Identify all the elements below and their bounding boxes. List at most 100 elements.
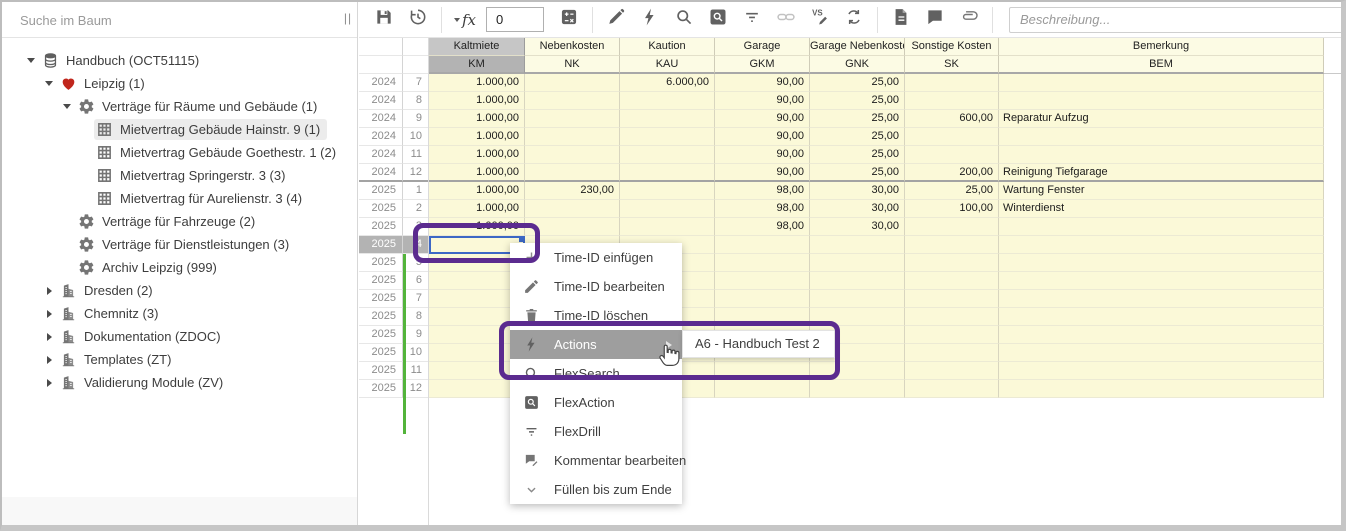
row-header-month[interactable]: 9	[403, 326, 429, 344]
row-header-year[interactable]: 2025	[359, 272, 403, 290]
grid-cell[interactable]: Winterdienst	[999, 200, 1324, 218]
grid-cell[interactable]	[715, 272, 810, 290]
row-header-year[interactable]: 2025	[359, 290, 403, 308]
grid-cell[interactable]: 90,00	[715, 92, 810, 110]
grid-cell[interactable]	[810, 380, 905, 398]
column-header-gnk[interactable]: Garage Nebenkosten	[810, 38, 905, 56]
grid-cell[interactable]	[905, 344, 999, 362]
link-button[interactable]	[769, 5, 803, 35]
row-header-year[interactable]: 2025	[359, 200, 403, 218]
row-header-year[interactable]: 2024	[359, 146, 403, 164]
row-header-month[interactable]: 12	[403, 164, 429, 182]
row-header-month[interactable]: 10	[403, 128, 429, 146]
grid-cell[interactable]: 1.000,00	[429, 164, 525, 182]
grid-cell[interactable]	[905, 362, 999, 380]
tree-item-mietvertrag-geb-ude-hainstr-9-1[interactable]: Mietvertrag Gebäude Hainstr. 9 (1)	[2, 118, 357, 141]
row-header-month[interactable]: 1	[403, 182, 429, 200]
row-header-month[interactable]: 7	[403, 74, 429, 92]
tree-search-input[interactable]	[20, 8, 320, 32]
row-header-month[interactable]: 7	[403, 290, 429, 308]
column-header-gkm[interactable]: Garage	[715, 38, 810, 56]
grid-cell[interactable]	[905, 218, 999, 236]
column-header-bem[interactable]: Bemerkung	[999, 38, 1324, 56]
row-header-year[interactable]: 2024	[359, 110, 403, 128]
grid-cell[interactable]: 25,00	[810, 128, 905, 146]
grid-cell[interactable]: 1.000,00	[429, 74, 525, 92]
grid-cell[interactable]	[620, 218, 715, 236]
cell-value-input[interactable]	[486, 7, 544, 32]
formula-fx-dropdown[interactable]: fx	[448, 5, 482, 35]
menu-item-time-id-bearbeiten[interactable]: Time-ID bearbeiten	[510, 272, 682, 301]
grid-cell[interactable]	[905, 272, 999, 290]
tree-item-mietvertrag-f-r-aurelienstr-3-4[interactable]: Mietvertrag für Aurelienstr. 3 (4)	[2, 187, 357, 210]
grid-cell[interactable]	[999, 128, 1324, 146]
grid-cell[interactable]	[999, 146, 1324, 164]
comment-button[interactable]	[918, 5, 952, 35]
grid-cell[interactable]	[620, 92, 715, 110]
grid-cell[interactable]: 600,00	[905, 110, 999, 128]
tree-item-handbuch-oct51115[interactable]: Handbuch (OCT51115)	[2, 49, 357, 72]
column-header-kau[interactable]: KAU	[620, 56, 715, 74]
grid-cell[interactable]	[620, 182, 715, 200]
tree-item-archiv-leipzig-999[interactable]: Archiv Leipzig (999)	[2, 256, 357, 279]
column-header-kau[interactable]: Kaution	[620, 38, 715, 56]
grid-cell[interactable]	[810, 272, 905, 290]
grid-cell[interactable]	[715, 362, 810, 380]
chevron-expanded-icon[interactable]	[22, 58, 40, 63]
grid-cell[interactable]	[810, 236, 905, 254]
edit-pen-button[interactable]	[599, 5, 633, 35]
refresh-button[interactable]	[837, 5, 871, 35]
grid-cell[interactable]: 98,00	[715, 218, 810, 236]
grid-cell[interactable]	[810, 290, 905, 308]
grid-cell[interactable]	[715, 308, 810, 326]
grid-cell[interactable]	[715, 254, 810, 272]
grid-cell[interactable]	[905, 92, 999, 110]
grid-cell[interactable]	[999, 362, 1324, 380]
grid-cell[interactable]	[999, 344, 1324, 362]
attachment-button[interactable]	[952, 5, 986, 35]
grid-cell[interactable]	[525, 146, 620, 164]
grid-cell[interactable]	[810, 254, 905, 272]
grid-cell[interactable]	[525, 164, 620, 182]
row-header-year[interactable]: 2025	[359, 380, 403, 398]
grid-cell[interactable]	[620, 200, 715, 218]
submenu-item-action[interactable]: A6 - Handbuch Test 2	[682, 330, 835, 358]
grid-cell[interactable]	[525, 110, 620, 128]
actions-button[interactable]	[633, 5, 667, 35]
grid-cell[interactable]: 90,00	[715, 74, 810, 92]
grid-cell[interactable]	[999, 74, 1324, 92]
column-header-nk[interactable]: Nebenkosten	[525, 38, 620, 56]
tree-item-vertr-ge-f-r-dienstleistungen-3[interactable]: Verträge für Dienstleistungen (3)	[2, 233, 357, 256]
tree-item-validierung-module-zv[interactable]: Validierung Module (ZV)	[2, 371, 357, 394]
grid-cell[interactable]: 6.000,00	[620, 74, 715, 92]
menu-item-kommentar-bearbeiten[interactable]: Kommentar bearbeiten	[510, 446, 682, 475]
row-header-year[interactable]: 2024	[359, 164, 403, 182]
menu-item-time-id-einf-gen[interactable]: Time-ID einfügen	[510, 243, 682, 272]
grid-cell[interactable]	[525, 200, 620, 218]
grid-cell[interactable]	[999, 92, 1324, 110]
column-header-sk[interactable]: SK	[905, 56, 999, 74]
row-header-month[interactable]: 9	[403, 110, 429, 128]
flex-drill-button[interactable]	[735, 5, 769, 35]
grid-cell[interactable]: 230,00	[525, 182, 620, 200]
description-input[interactable]	[1009, 7, 1346, 33]
row-header-month[interactable]: 8	[403, 308, 429, 326]
grid-cell[interactable]	[905, 308, 999, 326]
row-header-year[interactable]: 2025	[359, 236, 403, 254]
menu-item-flexaction[interactable]: FlexAction	[510, 388, 682, 417]
row-header-year[interactable]: 2024	[359, 128, 403, 146]
grid-cell[interactable]	[905, 128, 999, 146]
grid-cell[interactable]	[999, 254, 1324, 272]
grid-cell[interactable]	[810, 362, 905, 380]
grid-cell[interactable]	[525, 74, 620, 92]
grid-cell[interactable]: Wartung Fenster	[999, 182, 1324, 200]
grid-cell[interactable]: Reparatur Aufzug	[999, 110, 1324, 128]
grid-cell[interactable]: 200,00	[905, 164, 999, 182]
grid-cell[interactable]: 25,00	[810, 110, 905, 128]
tree-item-chemnitz-3[interactable]: Chemnitz (3)	[2, 302, 357, 325]
grid-cell[interactable]	[620, 146, 715, 164]
menu-item-flexdrill[interactable]: FlexDrill	[510, 417, 682, 446]
history-button[interactable]	[401, 5, 435, 35]
grid-cell[interactable]: 90,00	[715, 128, 810, 146]
row-header-year[interactable]: 2024	[359, 92, 403, 110]
